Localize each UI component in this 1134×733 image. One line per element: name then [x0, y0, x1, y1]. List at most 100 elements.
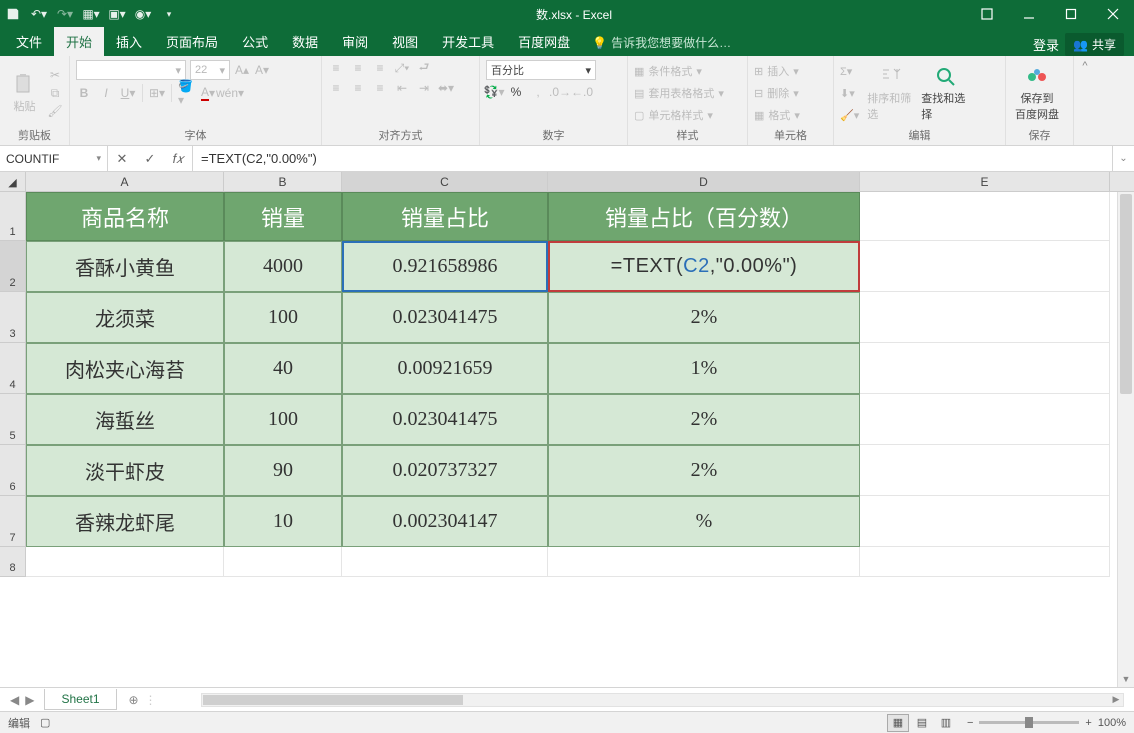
cell[interactable]: 40 — [224, 343, 342, 394]
tab-insert[interactable]: 插入 — [104, 27, 154, 56]
add-sheet-icon[interactable]: ⊕ — [123, 689, 145, 711]
inc-decimal-icon[interactable]: .0→ — [552, 84, 568, 100]
fill-button[interactable]: ⬇▾ — [840, 83, 859, 103]
cell[interactable] — [860, 394, 1110, 445]
row-header[interactable]: 3 — [0, 292, 26, 343]
cell[interactable]: 90 — [224, 445, 342, 496]
row-header[interactable]: 5 — [0, 394, 26, 445]
minimize-icon[interactable] — [1008, 0, 1050, 28]
maximize-icon[interactable] — [1050, 0, 1092, 28]
cell[interactable]: 100 — [224, 394, 342, 445]
cell[interactable]: 销量 — [224, 192, 342, 241]
cell[interactable]: 商品名称 — [26, 192, 224, 241]
indent-dec-icon[interactable]: ⇤ — [394, 80, 410, 96]
comma-icon[interactable]: , — [530, 84, 546, 100]
qat-item-icon[interactable]: ▦▾ — [84, 7, 98, 21]
increase-font-icon[interactable]: A▴ — [234, 62, 250, 78]
cell[interactable]: 2% — [548, 445, 860, 496]
cut-icon[interactable]: ✂ — [47, 67, 63, 83]
col-header-C[interactable]: C — [342, 172, 548, 191]
sheet-tab[interactable]: Sheet1 — [44, 689, 116, 710]
login-link[interactable]: 登录 — [1033, 35, 1059, 54]
cell[interactable] — [860, 547, 1110, 577]
delete-cells-button[interactable]: ⊟删除▾ — [754, 83, 800, 103]
cell[interactable]: 销量占比 — [342, 192, 548, 241]
cell[interactable] — [860, 241, 1110, 292]
paste-button[interactable]: 粘贴 — [6, 73, 43, 114]
cell[interactable]: 海蜇丝 — [26, 394, 224, 445]
sort-filter-button[interactable]: 排序和筛选 — [867, 65, 917, 122]
underline-icon[interactable]: U▾ — [120, 85, 136, 101]
dec-decimal-icon[interactable]: ←.0 — [574, 84, 590, 100]
tab-review[interactable]: 审阅 — [330, 27, 380, 56]
view-normal-icon[interactable]: ▦ — [887, 714, 909, 732]
align-middle-icon[interactable]: ≡ — [350, 60, 366, 76]
cell[interactable] — [860, 343, 1110, 394]
qat-more-icon[interactable]: ▾ — [162, 7, 176, 21]
row-header[interactable]: 8 — [0, 547, 26, 577]
select-all-corner[interactable]: ◢ — [0, 172, 26, 192]
qat-item-icon[interactable]: ◉▾ — [136, 7, 150, 21]
cell[interactable]: 2% — [548, 292, 860, 343]
save-baidu-button[interactable]: 保存到 百度网盘 — [1012, 65, 1062, 122]
font-color-icon[interactable]: A▾ — [200, 85, 216, 101]
cell[interactable]: 香酥小黄鱼 — [26, 241, 224, 292]
cell[interactable]: 香辣龙虾尾 — [26, 496, 224, 547]
macro-record-icon[interactable]: ▢ — [40, 716, 50, 729]
zoom-in-icon[interactable]: + — [1085, 717, 1091, 729]
cell[interactable]: 0.020737327 — [342, 445, 548, 496]
cell[interactable] — [860, 192, 1110, 241]
italic-icon[interactable]: I — [98, 85, 114, 101]
close-icon[interactable] — [1092, 0, 1134, 28]
cell[interactable] — [548, 547, 860, 577]
tab-data[interactable]: 数据 — [280, 27, 330, 56]
sheet-nav-next-icon[interactable]: ▶ — [25, 693, 34, 707]
tab-baidu[interactable]: 百度网盘 — [506, 27, 582, 56]
indent-inc-icon[interactable]: ⇥ — [416, 80, 432, 96]
format-painter-icon[interactable]: 🖌 — [47, 103, 63, 119]
merge-icon[interactable]: ⬌▾ — [438, 80, 454, 96]
ribbon-display-icon[interactable] — [966, 0, 1008, 28]
fill-color-icon[interactable]: 🪣▾ — [178, 85, 194, 101]
share-button[interactable]: 👥共享 — [1065, 33, 1124, 56]
col-header-E[interactable]: E — [860, 172, 1110, 191]
cell[interactable] — [860, 445, 1110, 496]
border-icon[interactable]: ⊞▾ — [149, 85, 165, 101]
scrollbar-thumb[interactable] — [203, 695, 463, 705]
tell-me-input[interactable]: 💡告诉我您想要做什么… — [582, 29, 741, 56]
cell[interactable]: 销量占比（百分数） — [548, 192, 860, 241]
format-table-button[interactable]: ▤套用表格格式▾ — [634, 83, 724, 103]
tab-formulas[interactable]: 公式 — [230, 27, 280, 56]
cell[interactable]: 0.023041475 — [342, 394, 548, 445]
row-header[interactable]: 2 — [0, 241, 26, 292]
col-header-A[interactable]: A — [26, 172, 224, 191]
find-select-button[interactable]: 查找和选择 — [921, 65, 971, 122]
cell[interactable] — [860, 496, 1110, 547]
zoom-out-icon[interactable]: − — [967, 717, 973, 729]
copy-icon[interactable]: ⧉ — [47, 85, 63, 101]
cell[interactable]: 2% — [548, 394, 860, 445]
cell[interactable]: 0.023041475 — [342, 292, 548, 343]
cell[interactable] — [26, 547, 224, 577]
horizontal-scrollbar[interactable]: ◀ ▶ — [201, 693, 1124, 707]
enter-formula-icon[interactable]: ✓ — [136, 146, 164, 171]
align-top-icon[interactable]: ≡ — [328, 60, 344, 76]
cell[interactable]: 0.002304147 — [342, 496, 548, 547]
number-format-select[interactable]: 百分比▾ — [486, 60, 596, 80]
cell[interactable] — [860, 292, 1110, 343]
row-header[interactable]: 7 — [0, 496, 26, 547]
phonetic-icon[interactable]: wén▾ — [222, 85, 238, 101]
align-right-icon[interactable]: ≡ — [372, 80, 388, 96]
cell[interactable]: 淡干虾皮 — [26, 445, 224, 496]
expand-formula-bar-icon[interactable]: ⌄ — [1112, 146, 1134, 171]
formula-bar[interactable]: =TEXT(C2,"0.00%") — [193, 151, 1112, 166]
cell[interactable]: 肉松夹心海苔 — [26, 343, 224, 394]
row-header[interactable]: 1 — [0, 192, 26, 241]
accounting-icon[interactable]: 💱▾ — [486, 84, 502, 100]
insert-cells-button[interactable]: ⊞插入▾ — [754, 61, 800, 81]
row-header[interactable]: 6 — [0, 445, 26, 496]
conditional-format-button[interactable]: ▦条件格式▾ — [634, 61, 724, 81]
format-cells-button[interactable]: ▦格式▾ — [754, 105, 800, 125]
autosum-button[interactable]: Σ▾ — [840, 61, 859, 81]
cancel-formula-icon[interactable]: ✕ — [108, 146, 136, 171]
